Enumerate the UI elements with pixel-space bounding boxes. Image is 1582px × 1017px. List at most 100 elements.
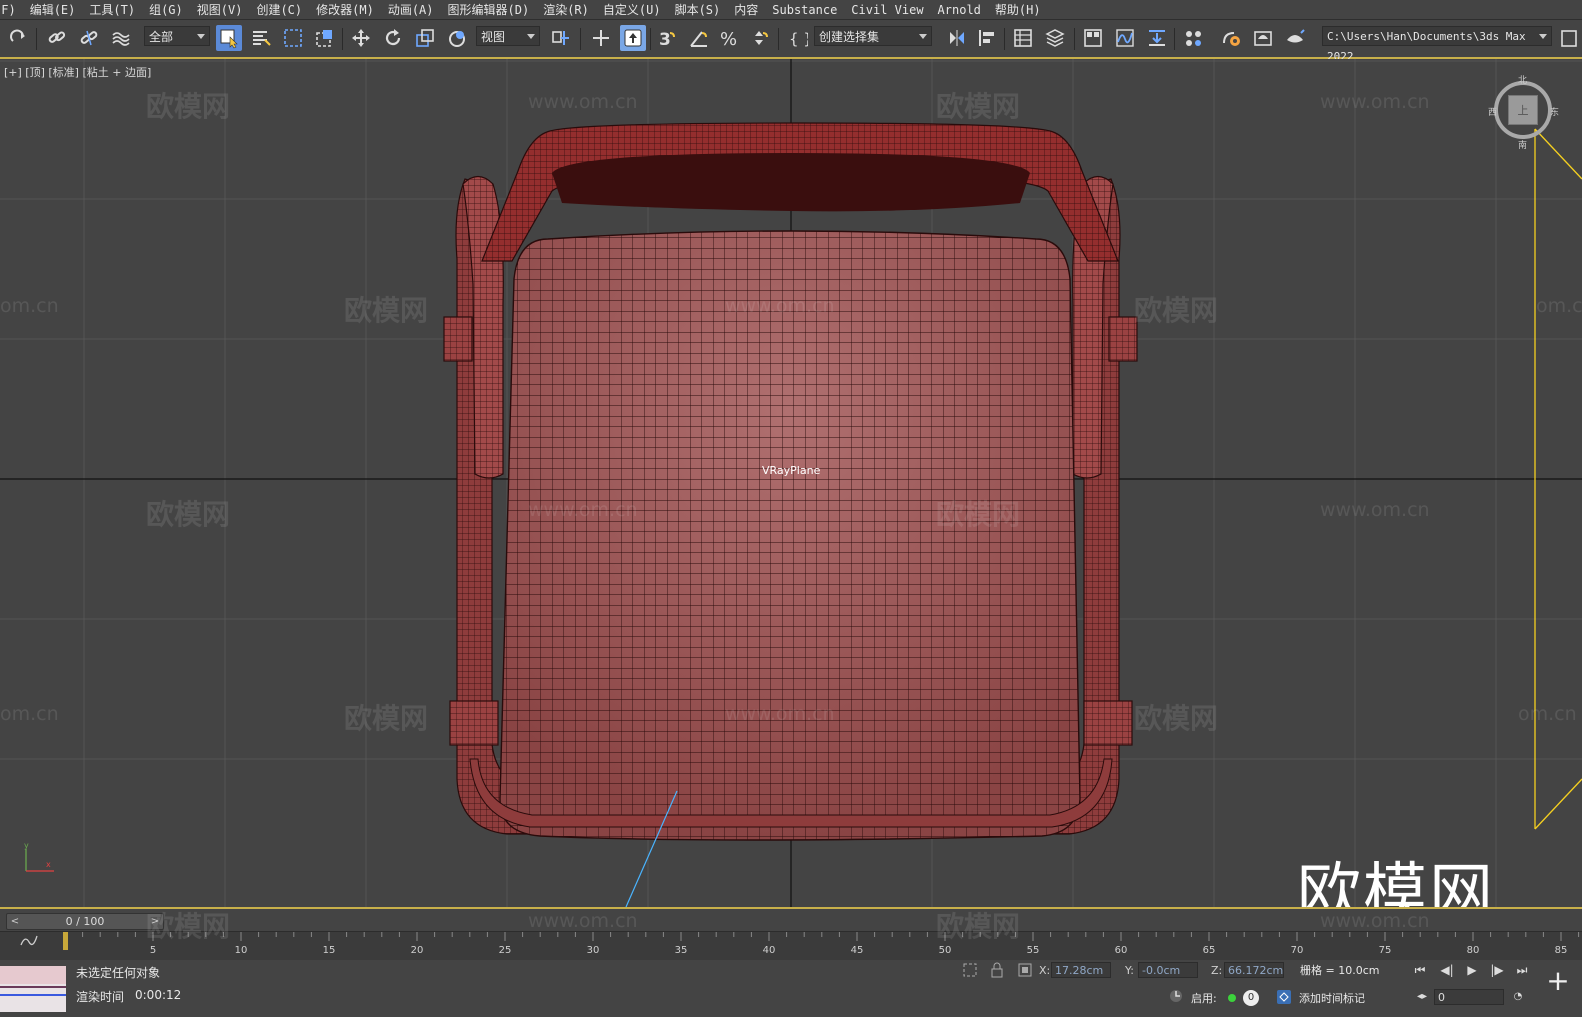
timeline-tick-label: 65 — [1203, 945, 1216, 956]
link-icon[interactable] — [44, 25, 70, 51]
timeline-tick-label: 75 — [1379, 945, 1392, 956]
y-coordinate-field[interactable]: -0.0cm — [1138, 962, 1198, 978]
rotate-icon[interactable] — [380, 25, 406, 51]
menu-item[interactable]: 内容 — [734, 1, 772, 18]
menu-item[interactable]: 组(G) — [149, 1, 197, 18]
adaptive-degradation-icon[interactable] — [1168, 988, 1184, 1004]
time-slider[interactable]: < 0 / 100 > www.om.cn 欧模网 欧模网 www.om.cn — [0, 907, 1582, 943]
selection-filter-dropdown[interactable]: 全部 — [144, 26, 210, 46]
timeline-tick-label: 15 — [323, 945, 336, 956]
timeline-tick-label: 50 — [939, 945, 952, 956]
pivot-icon[interactable] — [548, 25, 574, 51]
snap-toggle-icon[interactable]: 3 — [654, 25, 680, 51]
project-folder-icon[interactable] — [1556, 25, 1582, 51]
enable-status-dot — [1228, 994, 1236, 1002]
scale-icon[interactable] — [412, 25, 438, 51]
menu-item[interactable]: 自定义(U) — [603, 1, 675, 18]
enable-count-badge[interactable]: 0 — [1243, 990, 1259, 1006]
layer-explorer-icon[interactable] — [1042, 25, 1068, 51]
viewcube-north[interactable]: 北 — [1518, 73, 1527, 86]
reference-coord-dropdown[interactable]: 视图 — [476, 26, 540, 46]
align-icon[interactable] — [974, 25, 1000, 51]
watermark: 欧模网 — [146, 910, 231, 943]
select-manipulate-icon[interactable] — [588, 25, 614, 51]
select-by-name-icon[interactable] — [248, 25, 274, 51]
menu-item[interactable]: 渲染(R) — [543, 1, 603, 18]
top-viewport[interactable]: [+] [顶] [标准] [粘土 + 边面] y x 上 北 南 西 东 VRa… — [0, 59, 1582, 907]
menu-item[interactable]: 动画(A) — [388, 1, 448, 18]
time-config-icon[interactable]: ◔ — [1508, 987, 1528, 1005]
redo-icon[interactable] — [6, 25, 32, 51]
vrayplane-label: VRayPlane — [762, 464, 821, 477]
render-setup-icon[interactable] — [1218, 25, 1244, 51]
edit-named-sets-icon[interactable]: { } — [784, 25, 810, 51]
svg-text:x: x — [46, 860, 51, 869]
window-crossing-icon[interactable] — [312, 25, 338, 51]
current-frame-field[interactable]: 0 — [1434, 989, 1504, 1005]
rect-region-icon[interactable] — [280, 25, 306, 51]
schematic-icon[interactable] — [1144, 25, 1170, 51]
track-bar[interactable]: 5 10 15 20 25 30 35 40 45 50 55 60 65 70 75 80 85 — [0, 931, 1582, 960]
z-coordinate-field[interactable]: 66.172cm — [1224, 962, 1284, 978]
menu-item[interactable]: Civil View — [851, 3, 937, 17]
viewcube-east[interactable]: 东 — [1550, 105, 1559, 118]
curve-editor-icon[interactable] — [1112, 25, 1138, 51]
project-path-dropdown[interactable]: C:\Users\Han\Documents\3ds Max 2022 — [1322, 26, 1552, 63]
watermark-url: www.om.cn — [1320, 499, 1430, 521]
go-to-start-icon[interactable]: ⏮ — [1410, 961, 1430, 979]
material-editor-icon[interactable] — [1180, 25, 1206, 51]
placement-icon[interactable] — [444, 25, 470, 51]
menu-item[interactable]: 修改器(M) — [316, 1, 388, 18]
maxscript-listener-thumbnail[interactable] — [0, 966, 66, 1012]
prev-frame-arrow-icon[interactable]: < — [9, 914, 21, 929]
time-tag-icon[interactable] — [1276, 989, 1292, 1005]
mirror-icon[interactable] — [944, 25, 970, 51]
rendered-frame-icon[interactable] — [1250, 25, 1276, 51]
absolute-mode-icon[interactable] — [1017, 962, 1033, 978]
time-slider-box[interactable]: < 0 / 100 > — [6, 913, 164, 930]
percent-snap-icon[interactable]: % — [716, 25, 742, 51]
play-icon[interactable]: ▶ — [1462, 961, 1482, 979]
menu-item[interactable]: Arnold — [938, 3, 995, 17]
menu-item[interactable]: 工具(T) — [89, 1, 149, 18]
viewport-plus-icon[interactable]: + — [1540, 962, 1576, 998]
angle-snap-icon[interactable] — [686, 25, 712, 51]
next-frame-icon[interactable]: |▶ — [1487, 961, 1507, 979]
isolate-selection-icon[interactable] — [962, 962, 978, 978]
spinner-snap-icon[interactable] — [746, 25, 772, 51]
menu-item[interactable]: 帮助(H) — [995, 1, 1055, 18]
x-coordinate-field[interactable]: 17.28cm — [1051, 962, 1111, 978]
menu-item[interactable]: 编辑(E) — [30, 1, 90, 18]
menu-item[interactable]: Substance — [772, 3, 851, 17]
move-icon[interactable] — [348, 25, 374, 51]
go-to-end-icon[interactable]: ⏭ — [1512, 961, 1532, 979]
bind-spacewarp-icon[interactable] — [108, 25, 134, 51]
menu-item[interactable]: 脚本(S) — [675, 1, 735, 18]
watermark-url: www.om.cn — [528, 91, 638, 113]
viewcube[interactable]: 上 北 南 西 东 — [1488, 76, 1559, 151]
scene-explorer-icon[interactable] — [1010, 25, 1036, 51]
previous-frame-icon[interactable]: ◀| — [1437, 961, 1457, 979]
render-icon[interactable] — [1282, 25, 1308, 51]
unlink-icon[interactable] — [76, 25, 102, 51]
keyboard-shortcut-override-icon[interactable] — [620, 25, 646, 51]
viewcube-west[interactable]: 西 — [1488, 105, 1497, 118]
menu-item[interactable]: 视图(V) — [197, 1, 257, 18]
named-selection-dropdown[interactable]: 创建选择集 — [814, 26, 932, 46]
select-object-icon[interactable] — [216, 25, 242, 51]
menu-item[interactable]: (F) — [0, 3, 30, 17]
watermark-url: om.cn — [1518, 703, 1577, 725]
viewport-label[interactable]: [+] [顶] [标准] [粘土 + 边面] — [4, 64, 151, 80]
timeline-tick-label: 10 — [235, 945, 248, 956]
watermark: 欧模网 — [936, 90, 1021, 123]
key-mode-icon[interactable]: ◂▸ — [1412, 987, 1432, 1005]
menu-item[interactable]: 创建(C) — [256, 1, 316, 18]
menu-item[interactable]: 图形编辑器(D) — [448, 1, 544, 18]
viewcube-face[interactable]: 上 — [1508, 95, 1538, 125]
watermark-url: www.om.cn — [528, 910, 638, 932]
watermark-url: www.om.cn — [725, 295, 835, 317]
viewcube-south[interactable]: 南 — [1518, 138, 1527, 151]
selection-lock-icon[interactable] — [989, 962, 1005, 978]
ribbon-icon[interactable] — [1080, 25, 1106, 51]
add-time-tag[interactable]: 添加时间标记 — [1299, 990, 1365, 1006]
